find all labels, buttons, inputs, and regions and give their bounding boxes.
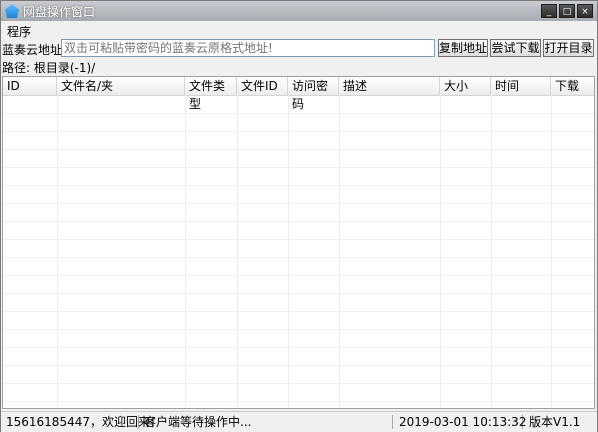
grid-row-line — [3, 167, 594, 168]
address-input[interactable] — [61, 39, 435, 57]
grid-row-line — [3, 365, 594, 366]
grid-row-line — [3, 257, 594, 258]
main-window: 网盘操作窗口 _ □ × 程序 蓝奏云地址: 复制地址 尝试下载 打开目录 路径… — [0, 0, 598, 432]
grid-row-line — [3, 383, 594, 384]
column-time[interactable]: 时间 — [491, 77, 551, 95]
grid-column-line — [237, 95, 238, 408]
grid-column-line — [339, 95, 340, 408]
grid-row-line — [3, 131, 594, 132]
window-controls: _ □ × — [541, 4, 593, 18]
grid-column-line — [185, 95, 186, 408]
close-button[interactable]: × — [577, 4, 593, 18]
table-header: ID 文件名/夹 文件类型 文件ID 访问密码 描述 大小 时间 下载 — [3, 77, 594, 111]
grid-column-line — [440, 95, 441, 408]
app-cloud-icon — [5, 4, 19, 18]
grid-row-line — [3, 221, 594, 222]
grid-row-line — [3, 329, 594, 330]
column-size[interactable]: 大小 — [440, 77, 491, 95]
column-password[interactable]: 访问密码 — [288, 77, 339, 111]
path-label: 路径: 根目录(-1)/ — [2, 61, 96, 75]
column-filename[interactable]: 文件名/夹 — [57, 77, 185, 95]
column-description[interactable]: 描述 — [339, 77, 440, 95]
address-label: 蓝奏云地址: — [2, 43, 67, 57]
status-version: 版本V1.1 — [529, 415, 581, 429]
grid-column-line — [491, 95, 492, 408]
status-user: 15616185447，欢迎回来！ — [3, 415, 162, 429]
grid-row-line — [3, 275, 594, 276]
grid-row-line — [3, 149, 594, 150]
open-directory-button[interactable]: 打开目录 — [543, 39, 594, 57]
grid-row-line — [3, 347, 594, 348]
grid-row-line — [3, 239, 594, 240]
menu-program[interactable]: 程序 — [7, 23, 31, 40]
grid-row-line — [3, 311, 594, 312]
grid-column-line — [57, 95, 58, 408]
try-download-button[interactable]: 尝试下载 — [490, 39, 541, 57]
window-title: 网盘操作窗口 — [23, 4, 96, 19]
grid-row-line — [3, 293, 594, 294]
grid-column-line — [288, 95, 289, 408]
copy-address-button[interactable]: 复制地址 — [438, 39, 488, 57]
grid-column-line — [551, 95, 552, 408]
file-table[interactable]: ID 文件名/夹 文件类型 文件ID 访问密码 描述 大小 时间 下载 — [2, 76, 595, 409]
grid-row-line — [3, 113, 594, 114]
maximize-button[interactable]: □ — [559, 4, 575, 18]
grid-row-line — [3, 401, 594, 402]
minimize-button[interactable]: _ — [541, 4, 557, 18]
status-datetime: 2019-03-01 10:13:32 — [395, 415, 526, 429]
column-download[interactable]: 下载 — [551, 77, 594, 95]
column-filetype[interactable]: 文件类型 — [185, 77, 237, 111]
title-bar[interactable]: 网盘操作窗口 _ □ × — [1, 1, 597, 21]
status-bar: 15616185447，欢迎回来！ 客户端等待操作中... 2019-03-01… — [1, 411, 597, 432]
grid-row-line — [3, 203, 594, 204]
status-message: 客户端等待操作中... — [141, 415, 393, 429]
grid-row-line — [3, 185, 594, 186]
address-row: 蓝奏云地址: 复制地址 尝试下载 打开目录 — [1, 39, 597, 58]
column-fileid[interactable]: 文件ID — [237, 77, 288, 95]
menu-bar: 程序 — [1, 21, 597, 40]
column-id[interactable]: ID — [3, 77, 57, 95]
